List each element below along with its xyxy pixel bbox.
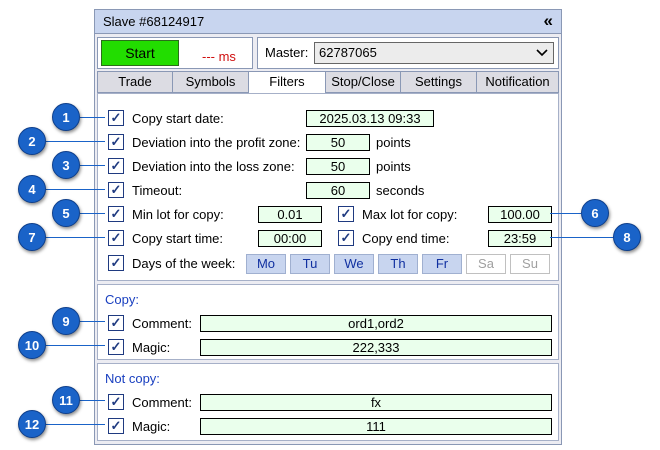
chevron-down-icon [536, 43, 548, 68]
callout-badge-8: 8 [613, 223, 641, 251]
day-monday[interactable]: Mo [246, 254, 286, 274]
max-lot-field[interactable]: 100.00 [488, 206, 552, 223]
timeout-label: Timeout: [132, 183, 183, 198]
timeout-checkbox[interactable]: ✓ [108, 182, 124, 198]
copy-comment-checkbox[interactable]: ✓ [108, 315, 124, 331]
callout-connector [80, 400, 105, 401]
start-area: Start --- ms [97, 37, 253, 69]
tab-stop-close[interactable]: Stop/Close [325, 71, 401, 93]
callout-badge-2: 2 [18, 127, 46, 155]
tab-bar: Trade Symbols Filters Stop/Close Setting… [97, 71, 559, 94]
title-bar: Slave #68124917 « [95, 10, 561, 34]
copy-magic-label: Magic: [132, 340, 171, 355]
max-lot-checkbox[interactable]: ✓ [338, 206, 354, 222]
copy-comment-label: Comment: [132, 316, 192, 331]
deviation-profit-checkbox[interactable]: ✓ [108, 134, 124, 150]
tab-notification[interactable]: Notification [476, 71, 559, 93]
callout-connector [80, 213, 105, 214]
not-copy-comment-checkbox[interactable]: ✓ [108, 394, 124, 410]
start-button[interactable]: Start [101, 40, 179, 66]
callout-badge-6: 6 [581, 199, 609, 227]
day-saturday[interactable]: Sa [466, 254, 506, 274]
deviation-loss-unit: points [376, 159, 411, 174]
days-of-week-label: Days of the week: [132, 256, 236, 271]
min-lot-label: Min lot for copy: [132, 207, 224, 222]
callout-connector [80, 117, 105, 118]
filters-section: ✓ Copy start date: 2025.03.13 09:33 ✓ De… [97, 93, 559, 281]
not-copy-magic-label: Magic: [132, 419, 171, 434]
window-title: Slave #68124917 [103, 14, 205, 29]
tab-trade[interactable]: Trade [97, 71, 173, 93]
not-copy-magic-field[interactable]: 111 [200, 418, 552, 435]
callout-connector [46, 141, 105, 142]
copy-start-date-label: Copy start date: [132, 111, 224, 126]
copy-start-date-checkbox[interactable]: ✓ [108, 110, 124, 126]
latency-readout: --- ms [202, 49, 236, 64]
day-sunday[interactable]: Su [510, 254, 550, 274]
day-friday[interactable]: Fr [422, 254, 462, 274]
tab-symbols[interactable]: Symbols [172, 71, 249, 93]
callout-badge-10: 10 [18, 331, 46, 359]
copy-magic-checkbox[interactable]: ✓ [108, 339, 124, 355]
copy-comment-field[interactable]: ord1,ord2 [200, 315, 552, 332]
timeout-field[interactable]: 60 [306, 182, 370, 199]
day-wednesday[interactable]: We [334, 254, 374, 274]
day-tuesday[interactable]: Tu [290, 254, 330, 274]
callout-badge-4: 4 [18, 175, 46, 203]
callout-badge-3: 3 [52, 151, 80, 179]
min-lot-field[interactable]: 0.01 [258, 206, 322, 223]
not-copy-comment-label: Comment: [132, 395, 192, 410]
callout-badge-7: 7 [18, 223, 46, 251]
copy-section-title: Copy: [105, 292, 139, 307]
deviation-loss-field[interactable]: 50 [306, 158, 370, 175]
deviation-profit-field[interactable]: 50 [306, 134, 370, 151]
callout-badge-1: 1 [52, 103, 80, 131]
max-lot-label: Max lot for copy: [362, 207, 458, 222]
copy-start-time-checkbox[interactable]: ✓ [108, 230, 124, 246]
callout-connector [46, 237, 105, 238]
copy-start-date-field[interactable]: 2025.03.13 09:33 [306, 110, 434, 127]
callout-connector [80, 165, 105, 166]
tab-filters[interactable]: Filters [248, 71, 326, 94]
not-copy-section-title: Not copy: [105, 371, 160, 386]
not-copy-section: Not copy: ✓ Comment: fx ✓ Magic: 111 [97, 363, 559, 441]
not-copy-magic-checkbox[interactable]: ✓ [108, 418, 124, 434]
tab-settings[interactable]: Settings [400, 71, 477, 93]
callout-badge-9: 9 [52, 307, 80, 335]
double-chevron-left-icon[interactable]: « [544, 11, 553, 31]
slave-panel: Slave #68124917 « Start --- ms Master: 6… [94, 9, 562, 445]
min-lot-checkbox[interactable]: ✓ [108, 206, 124, 222]
deviation-loss-label: Deviation into the loss zone: [132, 159, 295, 174]
copy-end-time-checkbox[interactable]: ✓ [338, 230, 354, 246]
master-label: Master: [265, 45, 309, 60]
deviation-loss-checkbox[interactable]: ✓ [108, 158, 124, 174]
copy-magic-field[interactable]: 222,333 [200, 339, 552, 356]
callout-badge-12: 12 [18, 410, 46, 438]
deviation-profit-unit: points [376, 135, 411, 150]
callout-connector [46, 189, 105, 190]
callout-badge-11: 11 [52, 386, 80, 414]
copy-section: Copy: ✓ Comment: ord1,ord2 ✓ Magic: 222,… [97, 284, 559, 360]
copy-start-time-label: Copy start time: [132, 231, 224, 246]
callout-connector [550, 213, 581, 214]
master-select[interactable]: 62787065 [314, 42, 554, 64]
copy-end-time-field[interactable]: 23:59 [488, 230, 552, 247]
not-copy-comment-field[interactable]: fx [200, 394, 552, 411]
days-of-week-checkbox[interactable]: ✓ [108, 255, 124, 271]
master-area: Master: 62787065 [257, 37, 559, 69]
deviation-profit-label: Deviation into the profit zone: [132, 135, 301, 150]
callout-connector [46, 345, 105, 346]
copy-end-time-label: Copy end time: [362, 231, 450, 246]
day-thursday[interactable]: Th [378, 254, 418, 274]
callout-connector [80, 321, 105, 322]
copy-start-time-field[interactable]: 00:00 [258, 230, 322, 247]
callout-badge-5: 5 [52, 199, 80, 227]
timeout-unit: seconds [376, 183, 425, 198]
callout-connector [550, 237, 613, 238]
callout-connector [46, 424, 105, 425]
master-value: 62787065 [319, 45, 377, 60]
days-of-week-group: Mo Tu We Th Fr Sa Su [246, 254, 554, 274]
